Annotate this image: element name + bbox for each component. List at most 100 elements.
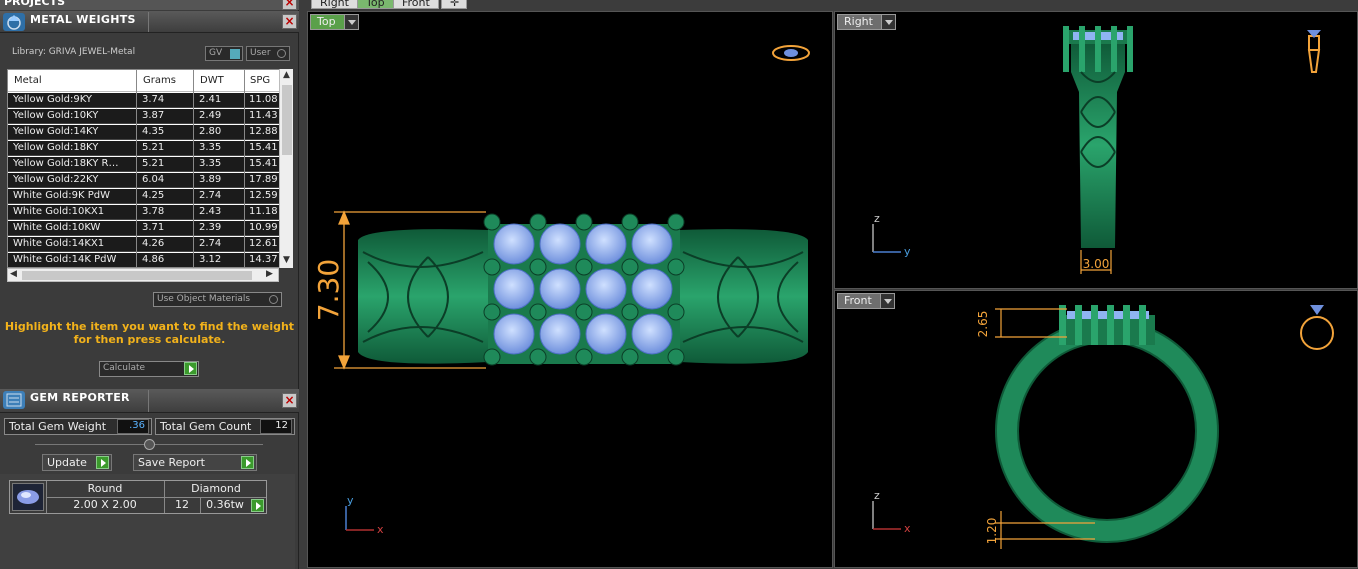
scroll-thumb[interactable] <box>22 271 252 280</box>
table-row[interactable]: White Gold:10KW 3.71 2.39 10.99 <box>8 221 280 236</box>
total-gem-weight-field: Total Gem Weight .36 <box>4 418 152 435</box>
table-cell: 4.25 <box>142 190 165 201</box>
table-cell: 2.74 <box>199 190 222 201</box>
table-row[interactable]: White Gold:14KX1 4.26 2.74 12.61 <box>8 237 280 252</box>
gem-stone <box>493 313 535 355</box>
column-header[interactable]: DWT <box>200 75 224 86</box>
axis-indicator <box>872 501 901 530</box>
gem-stone <box>493 223 535 265</box>
gem-stone <box>631 223 673 265</box>
tab-top[interactable]: Top <box>357 0 394 9</box>
left-panel: PROJECTS × METAL WEIGHTS × Library: GRIV… <box>0 0 299 569</box>
gem-stone <box>585 223 627 265</box>
gem-stone <box>539 223 581 265</box>
prong <box>575 213 593 231</box>
table-row[interactable]: Yellow Gold:9KY 3.74 2.41 11.08 <box>8 93 280 108</box>
viewport-top[interactable]: Top 7.30 y x <box>307 11 833 568</box>
prong <box>483 303 501 321</box>
table-cell: 5.21 <box>142 142 165 153</box>
gv-toggle[interactable]: GV <box>205 46 243 61</box>
save-report-button[interactable]: Save Report <box>133 454 257 471</box>
table-cell: 4.35 <box>142 126 165 137</box>
prong <box>529 303 547 321</box>
viewport-front[interactable]: Front 2.65 1.20 z x <box>834 290 1358 568</box>
dimension-top-height: 2.65 <box>976 311 990 338</box>
table-cell: 15.41 <box>249 142 278 153</box>
table-cell: Yellow Gold:10KY <box>13 110 99 121</box>
viewport-right[interactable]: Right 3.00 z y <box>834 11 1358 289</box>
gem-stone <box>585 313 627 355</box>
ring-right-render: 3.00 z y <box>872 26 1321 274</box>
table-cell: 11.18 <box>249 206 278 217</box>
table-vertical-scrollbar[interactable]: ▲ ▼ <box>279 69 293 268</box>
prong <box>483 258 501 276</box>
close-icon[interactable]: × <box>282 393 297 408</box>
scroll-left-icon[interactable]: ◀ <box>10 269 17 279</box>
prong <box>483 213 501 231</box>
table-cell: Yellow Gold:18KY R… <box>13 158 119 169</box>
table-row[interactable]: Yellow Gold:22KY 6.04 3.89 17.89 <box>8 173 280 188</box>
user-toggle[interactable]: User <box>246 46 290 61</box>
table-row[interactable]: Yellow Gold:14KY 4.35 2.80 12.88 <box>8 125 280 140</box>
table-cell: Yellow Gold:9KY <box>13 94 92 105</box>
column-header[interactable]: SPG <box>250 75 270 86</box>
gem-stone <box>631 313 673 355</box>
scroll-up-icon[interactable]: ▲ <box>283 70 290 80</box>
gem-row[interactable]: Round 2.00 X 2.00 Diamond 12 0.36tw <box>9 480 267 514</box>
gem-stone <box>493 268 535 310</box>
total-gem-count-field: Total Gem Count 12 <box>155 418 295 435</box>
gem-shape: Round <box>87 482 123 495</box>
tab-front[interactable]: Front <box>393 0 439 9</box>
table-cell: 4.86 <box>142 254 165 265</box>
scroll-right-icon[interactable]: ▶ <box>266 269 273 279</box>
metal-weights-header: METAL WEIGHTS × <box>0 11 299 33</box>
metal-table: Metal Grams DWT SPG Yellow Gold:9KY 3.74 2… <box>7 69 293 268</box>
gem-reporter-title: GEM REPORTER <box>30 391 130 404</box>
table-row[interactable]: Yellow Gold:18KY 5.21 3.35 15.41 <box>8 141 280 156</box>
prong <box>575 303 593 321</box>
gem-count: 12 <box>175 498 189 511</box>
gem-stone <box>539 313 581 355</box>
table-row[interactable]: White Gold:10KX1 3.78 2.43 11.18 <box>8 205 280 220</box>
table-cell: 5.21 <box>142 158 165 169</box>
hint-line-2: for then press calculate. <box>73 333 226 346</box>
table-horizontal-scrollbar[interactable]: ◀ ▶ <box>7 268 279 282</box>
table-cell: Yellow Gold:14KY <box>13 126 99 137</box>
axis-x-label: x <box>904 522 911 535</box>
table-cell: Yellow Gold:18KY <box>13 142 99 153</box>
table-row[interactable]: White Gold:9K PdW 4.25 2.74 12.59 <box>8 189 280 204</box>
prong <box>621 258 639 276</box>
table-cell: 3.71 <box>142 222 165 233</box>
gem-size: 2.00 X 2.00 <box>73 498 137 511</box>
toggle-on-icon <box>230 49 240 59</box>
projects-panel-header[interactable]: PROJECTS × <box>0 0 299 10</box>
update-button[interactable]: Update <box>42 454 112 471</box>
table-row[interactable]: Yellow Gold:10KY 3.87 2.49 11.43 <box>8 109 280 124</box>
table-cell: 3.74 <box>142 94 165 105</box>
table-cell: 3.35 <box>199 158 222 169</box>
ring-orientation-icon <box>1307 30 1321 73</box>
column-header[interactable]: Metal <box>14 75 42 86</box>
ring-orientation-icon <box>1300 305 1334 350</box>
gem-weight: 0.36tw <box>206 498 244 511</box>
play-icon[interactable] <box>251 499 264 512</box>
column-header[interactable]: Grams <box>143 75 176 86</box>
tab-right[interactable]: Right <box>311 0 358 9</box>
table-row[interactable]: Yellow Gold:18KY R… 5.21 3.35 15.41 <box>8 157 280 172</box>
scroll-down-icon[interactable]: ▼ <box>283 255 290 265</box>
table-cell: White Gold:14KX1 <box>13 238 105 249</box>
close-icon[interactable]: × <box>282 14 297 29</box>
prong <box>667 303 685 321</box>
total-gem-count-label: Total Gem Count <box>160 420 252 433</box>
table-cell: 10.99 <box>249 222 278 233</box>
use-object-materials-label: Use Object Materials <box>157 294 251 304</box>
collapse-handle-icon[interactable] <box>144 439 155 450</box>
close-icon[interactable]: × <box>282 0 297 10</box>
gem-reporter-header: GEM REPORTER × <box>0 389 299 413</box>
add-view-icon[interactable]: ✛ <box>441 0 467 9</box>
prong <box>575 258 593 276</box>
scroll-thumb[interactable] <box>282 85 292 155</box>
table-row[interactable]: White Gold:14K PdW 4.86 3.12 14.37 <box>8 253 280 267</box>
calculate-button[interactable]: Calculate <box>99 361 199 377</box>
use-object-materials-toggle[interactable]: Use Object Materials <box>153 292 282 307</box>
